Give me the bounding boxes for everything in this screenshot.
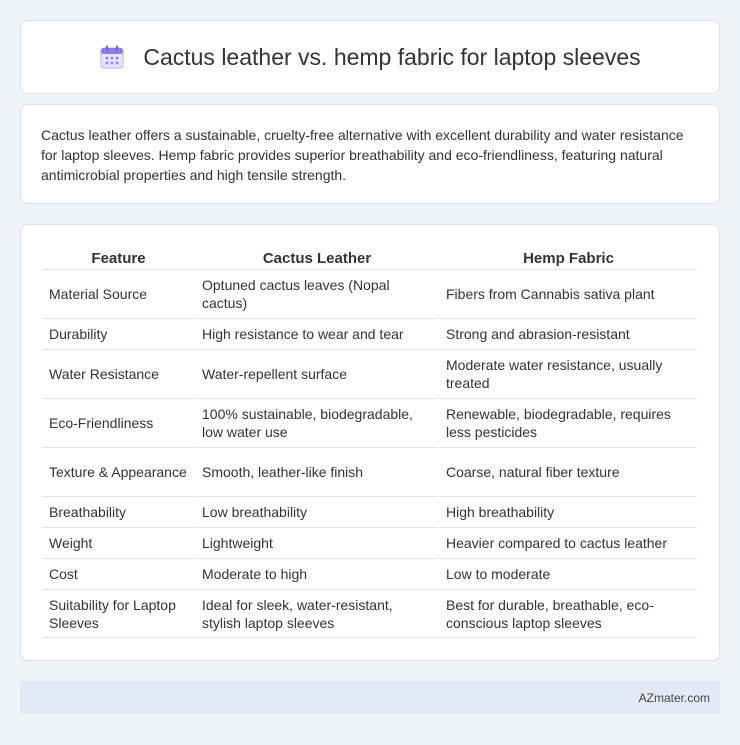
summary-card: Cactus leather offers a sustainable, cru… bbox=[20, 104, 720, 204]
table-row: Weight Lightweight Heavier compared to c… bbox=[43, 527, 697, 558]
hemp-fabric-cell: Fibers from Cannabis sativa plant bbox=[440, 269, 697, 318]
feature-cell: Durability bbox=[43, 318, 194, 349]
feature-cell: Texture & Appearance bbox=[43, 447, 194, 496]
table-row: Durability High resistance to wear and t… bbox=[43, 318, 697, 349]
cactus-leather-cell: Low breathability bbox=[196, 496, 438, 527]
feature-cell: Cost bbox=[43, 558, 194, 589]
cactus-leather-cell: Lightweight bbox=[196, 527, 438, 558]
feature-cell: Breathability bbox=[43, 496, 194, 527]
table-row: Cost Moderate to high Low to moderate bbox=[43, 558, 697, 589]
hemp-fabric-cell: Best for durable, breathable, eco-consci… bbox=[440, 589, 697, 638]
cactus-leather-cell: Water-repellent surface bbox=[196, 349, 438, 398]
cactus-leather-cell: Ideal for sleek, water-resistant, stylis… bbox=[196, 589, 438, 638]
footer-bar: AZmater.com bbox=[20, 681, 720, 714]
feature-cell: Eco-Friendliness bbox=[43, 398, 194, 447]
table-header-row: Feature Cactus Leather Hemp Fabric bbox=[43, 243, 697, 269]
cactus-leather-cell: 100% sustainable, biodegradable, low wat… bbox=[196, 398, 438, 447]
hemp-fabric-cell: Low to moderate bbox=[440, 558, 697, 589]
feature-cell: Material Source bbox=[43, 269, 194, 318]
column-header-feature: Feature bbox=[91, 250, 146, 267]
hemp-fabric-cell: Moderate water resistance, usually treat… bbox=[440, 349, 697, 398]
cactus-leather-cell: Moderate to high bbox=[196, 558, 438, 589]
summary-text: Cactus leather offers a sustainable, cru… bbox=[41, 127, 684, 183]
hemp-fabric-cell: Strong and abrasion-resistant bbox=[440, 318, 697, 349]
column-header-hemp-fabric: Hemp Fabric bbox=[523, 250, 614, 267]
feature-cell: Water Resistance bbox=[43, 349, 194, 398]
table-row: Eco-Friendliness 100% sustainable, biode… bbox=[43, 398, 697, 447]
column-header-cactus-leather: Cactus Leather bbox=[262, 250, 372, 267]
table-row: Suitability for Laptop Sleeves Ideal for… bbox=[43, 589, 697, 638]
feature-cell: Suitability for Laptop Sleeves bbox=[43, 589, 194, 638]
page-title: Cactus leather vs. hemp fabric for lapto… bbox=[143, 43, 641, 70]
hemp-fabric-cell: Coarse, natural fiber texture bbox=[440, 447, 697, 496]
table-row: Water Resistance Water-repellent surface… bbox=[43, 349, 697, 398]
feature-cell: Weight bbox=[43, 527, 194, 558]
calendar-icon bbox=[99, 44, 125, 70]
hemp-fabric-cell: Renewable, biodegradable, requires less … bbox=[440, 398, 697, 447]
table-row: Material Source Optuned cactus leaves (N… bbox=[43, 269, 697, 318]
footer-brand: AZmater.com bbox=[638, 690, 710, 705]
table-row: Texture & Appearance Smooth, leather-lik… bbox=[43, 447, 697, 496]
cactus-leather-cell: High resistance to wear and tear bbox=[196, 318, 438, 349]
hemp-fabric-cell: Heavier compared to cactus leather bbox=[440, 527, 697, 558]
cactus-leather-cell: Smooth, leather-like finish bbox=[196, 447, 438, 496]
table-row: Breathability Low breathability High bre… bbox=[43, 496, 697, 527]
hemp-fabric-cell: High breathability bbox=[440, 496, 697, 527]
title-card: Cactus leather vs. hemp fabric for lapto… bbox=[20, 20, 720, 94]
cactus-leather-cell: Optuned cactus leaves (Nopal cactus) bbox=[196, 269, 438, 318]
comparison-table: Feature Cactus Leather Hemp Fabric Mater… bbox=[41, 243, 699, 638]
comparison-table-card: Feature Cactus Leather Hemp Fabric Mater… bbox=[20, 224, 720, 661]
